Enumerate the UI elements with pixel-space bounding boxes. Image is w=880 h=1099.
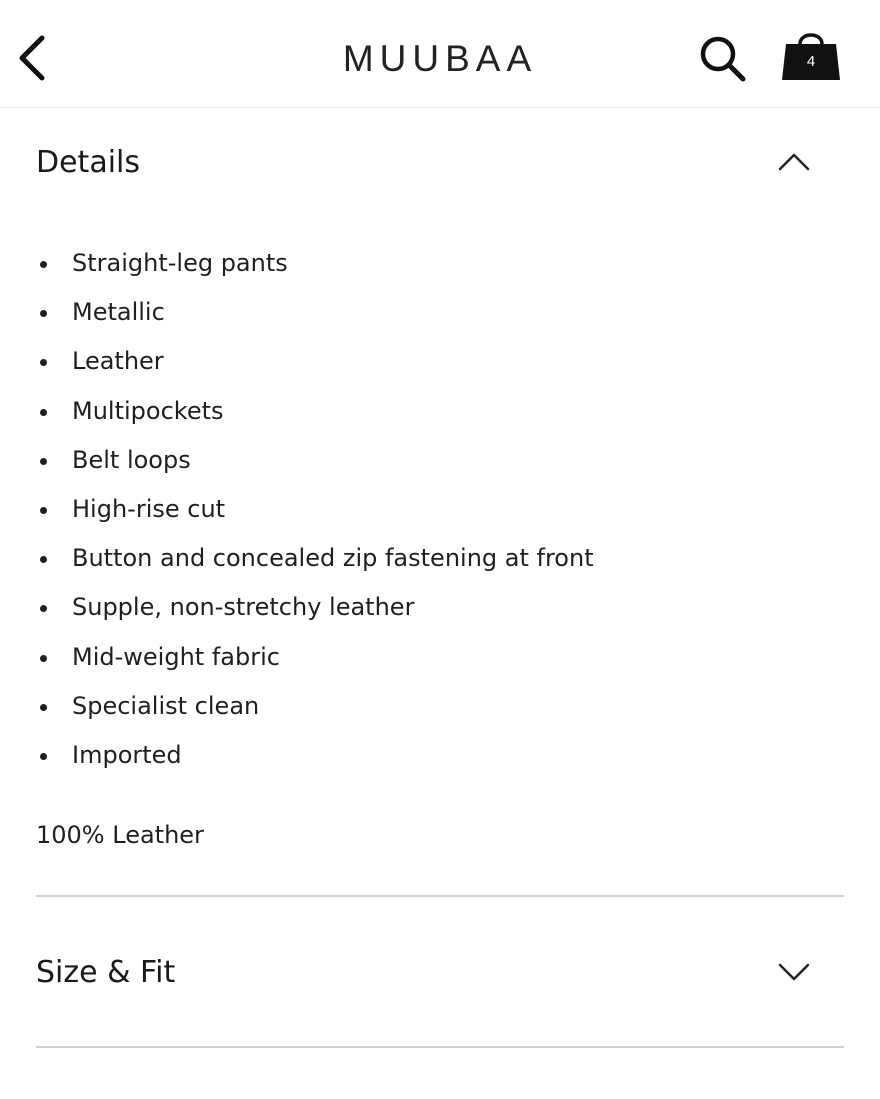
section-divider [36, 895, 844, 897]
list-item: Leather [36, 337, 594, 386]
list-item: Supple, non-stretchy leather [36, 583, 594, 632]
list-item: High-rise cut [36, 485, 594, 534]
details-accordion-header[interactable]: Details [36, 123, 844, 203]
details-list: Straight-leg pants Metallic Leather Mult… [36, 239, 594, 780]
material-composition: 100% Leather [36, 821, 204, 849]
list-item: Button and concealed zip fastening at fr… [36, 534, 594, 583]
section-divider [36, 1046, 844, 1048]
chevron-up-icon[interactable] [776, 147, 812, 177]
top-nav-bar: MUUBAA 4 [0, 0, 880, 108]
list-item: Metallic [36, 288, 594, 337]
search-icon [700, 36, 746, 82]
size-fit-accordion-header[interactable]: Size & Fit [36, 933, 844, 1013]
chevron-down-icon[interactable] [776, 957, 812, 987]
shopping-bag-button[interactable]: 4 [778, 26, 844, 84]
list-item: Imported [36, 731, 594, 780]
list-item: Belt loops [36, 436, 594, 485]
list-item: Mid-weight fabric [36, 633, 594, 682]
list-item: Multipockets [36, 387, 594, 436]
bag-count-badge: 4 [806, 53, 816, 70]
list-item: Straight-leg pants [36, 239, 594, 288]
search-button[interactable] [696, 32, 750, 86]
size-fit-title: Size & Fit [36, 955, 176, 990]
details-title: Details [36, 145, 141, 180]
list-item: Specialist clean [36, 682, 594, 731]
